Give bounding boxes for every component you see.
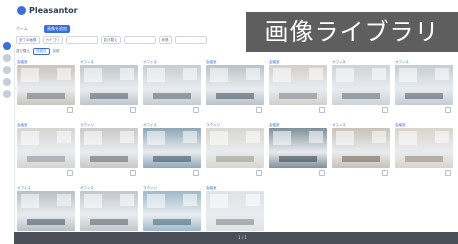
sort-select[interactable] (123, 36, 156, 44)
card-footer (80, 105, 138, 113)
card-footer (269, 168, 327, 176)
image-thumbnail[interactable] (206, 191, 264, 231)
sort-option-date[interactable]: 作成日 (33, 48, 50, 55)
image-thumbnail[interactable] (17, 128, 75, 168)
filter-sort[interactable]: 並び替え (100, 36, 121, 44)
image-thumbnail[interactable] (332, 128, 390, 168)
image-card[interactable]: オフィス (332, 123, 390, 176)
image-card[interactable]: オフィス (332, 60, 390, 113)
image-thumbnail[interactable] (143, 128, 201, 168)
bottom-bar: 1 / 1 (14, 232, 458, 244)
image-thumbnail[interactable] (80, 65, 138, 105)
image-card[interactable]: オフィス (395, 60, 453, 113)
home-icon[interactable] (3, 42, 11, 50)
filter-category[interactable]: カテゴリ (42, 36, 63, 44)
image-thumbnail[interactable] (80, 128, 138, 168)
card-footer (17, 168, 75, 176)
image-thumbnail[interactable] (17, 191, 75, 231)
trash-icon[interactable] (67, 170, 73, 176)
page-banner: 画像ライブラリ (246, 12, 458, 52)
breadcrumb[interactable]: ホーム (16, 26, 28, 32)
image-thumbnail[interactable] (17, 65, 75, 105)
trash-icon[interactable] (382, 107, 388, 113)
card-footer (395, 168, 453, 176)
image-thumbnail[interactable] (395, 65, 453, 105)
card-footer (395, 105, 453, 113)
trash-icon[interactable] (130, 170, 136, 176)
logo-text: Pleasantor (29, 6, 78, 15)
image-thumbnail[interactable] (395, 128, 453, 168)
trash-icon[interactable] (193, 107, 199, 113)
add-image-button[interactable]: 画像を追加 (44, 25, 70, 33)
app-window: Pleasantor ホーム 画像を追加 全ての画像 カテゴリ 並び替え 状態 … (0, 0, 458, 244)
trash-icon[interactable] (256, 107, 262, 113)
trash-icon[interactable] (382, 170, 388, 176)
image-thumbnail[interactable] (143, 191, 201, 231)
image-card[interactable]: オフィス (80, 60, 138, 113)
sort-label: 並び替え (16, 49, 30, 53)
card-footer (80, 168, 138, 176)
image-thumbnail[interactable] (206, 128, 264, 168)
image-card[interactable]: 会議室 (269, 123, 327, 176)
trash-icon[interactable] (130, 107, 136, 113)
image-card[interactable]: 会議室 (17, 123, 75, 176)
trash-icon[interactable] (256, 170, 262, 176)
image-card[interactable]: 会議室 (395, 123, 453, 176)
trash-icon[interactable] (319, 107, 325, 113)
sidebar (0, 0, 15, 244)
image-card[interactable]: 会議室 (206, 60, 264, 113)
image-thumbnail[interactable] (332, 65, 390, 105)
filter-status[interactable]: 状態 (158, 36, 172, 44)
status-select[interactable] (174, 36, 207, 44)
image-card[interactable]: 会議室 (269, 60, 327, 113)
category-select[interactable] (65, 36, 98, 44)
image-thumbnail[interactable] (269, 65, 327, 105)
image-thumbnail[interactable] (206, 65, 264, 105)
sort-row: 並び替え 作成日 名前 (16, 48, 60, 55)
trash-icon[interactable] (319, 170, 325, 176)
card-footer (17, 105, 75, 113)
filter-all[interactable]: 全ての画像 (16, 36, 40, 44)
card-footer (332, 168, 390, 176)
card-footer (206, 168, 264, 176)
image-card[interactable]: オフィス (143, 123, 201, 176)
image-icon[interactable] (3, 54, 11, 62)
card-footer (143, 168, 201, 176)
logo-icon (17, 6, 26, 15)
app-logo[interactable]: Pleasantor (17, 6, 78, 15)
image-card[interactable]: オフィス (143, 60, 201, 113)
trash-icon[interactable] (193, 170, 199, 176)
folder-icon[interactable] (3, 66, 11, 74)
user-icon[interactable] (3, 90, 11, 98)
image-card[interactable]: 会議室 (17, 60, 75, 113)
image-thumbnail[interactable] (80, 191, 138, 231)
image-thumbnail[interactable] (269, 128, 327, 168)
image-thumbnail[interactable] (143, 65, 201, 105)
card-footer (332, 105, 390, 113)
card-footer (143, 105, 201, 113)
image-card[interactable]: ラウンジ (80, 123, 138, 176)
trash-icon[interactable] (445, 170, 451, 176)
settings-icon[interactable] (3, 78, 11, 86)
trash-icon[interactable] (445, 107, 451, 113)
page-indicator: 1 / 1 (238, 235, 247, 240)
image-card[interactable]: ラウンジ (206, 123, 264, 176)
sort-option-name[interactable]: 名前 (53, 49, 60, 54)
filter-row: 全ての画像 カテゴリ 並び替え 状態 (16, 36, 207, 44)
card-footer (206, 105, 264, 113)
trash-icon[interactable] (67, 107, 73, 113)
card-footer (269, 105, 327, 113)
